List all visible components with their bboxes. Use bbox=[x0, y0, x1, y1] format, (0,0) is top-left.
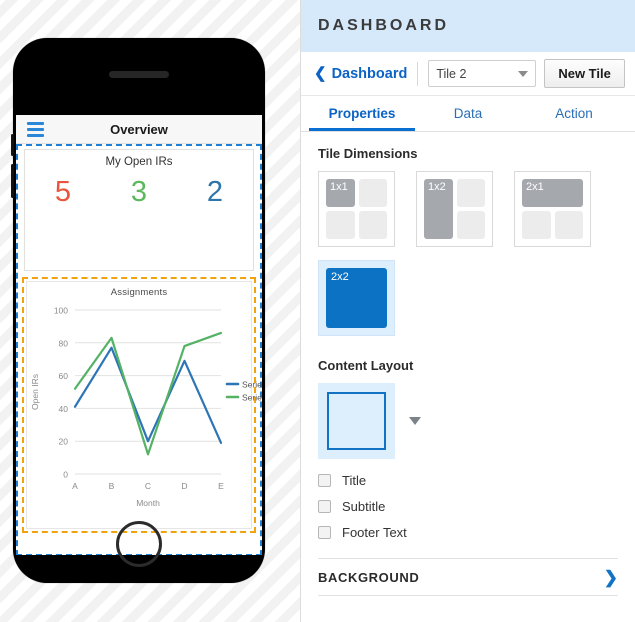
phone-screen: Overview My Open IRs 5 3 2 Assignments 0… bbox=[16, 115, 262, 555]
checkbox-footer-text[interactable] bbox=[318, 526, 331, 539]
svg-text:C: C bbox=[145, 481, 151, 491]
properties-panel: DASHBOARD ❮ Dashboard Tile 2 New Tile Pr… bbox=[300, 0, 635, 622]
svg-text:A: A bbox=[72, 481, 78, 491]
checkbox-row-footer-text[interactable]: Footer Text bbox=[318, 525, 618, 540]
svg-text:20: 20 bbox=[59, 437, 69, 447]
tile-kpi-title: My Open IRs bbox=[105, 156, 173, 168]
tile-dimension-cell bbox=[456, 211, 485, 239]
tile-dimension-option-1x2[interactable]: 1x2 bbox=[416, 171, 493, 247]
phone-volume-down-button bbox=[11, 164, 14, 198]
svg-text:100: 100 bbox=[54, 306, 68, 316]
tile-select-value: Tile 2 bbox=[436, 66, 467, 81]
tile-dimension-cell bbox=[522, 211, 551, 239]
svg-text:E: E bbox=[218, 481, 224, 491]
tile-dimension-label-2x2: 2x2 bbox=[326, 268, 387, 328]
background-section-header[interactable]: BACKGROUND ❯ bbox=[318, 558, 618, 596]
panel-toolbar: ❮ Dashboard Tile 2 New Tile bbox=[301, 52, 635, 96]
back-link-label: Dashboard bbox=[331, 65, 408, 82]
checkbox-label-footer-text: Footer Text bbox=[342, 525, 407, 540]
tile-assignments-chart[interactable]: Assignments 0 20 40 60 80 100 A B C D E Month Open I… bbox=[22, 277, 262, 533]
tile-dimensions-label: Tile Dimensions bbox=[318, 146, 418, 161]
tile-dimension-cell bbox=[358, 179, 387, 207]
svg-text:60: 60 bbox=[59, 371, 69, 381]
checkbox-subtitle[interactable] bbox=[318, 500, 331, 513]
assignments-line-chart: 0 20 40 60 80 100 A B C D E Month Open IRs Series 1 Se… bbox=[30, 306, 262, 509]
kpi-value-2: 3 bbox=[130, 176, 148, 208]
panel-header: DASHBOARD bbox=[301, 0, 635, 52]
tile-my-open-irs[interactable]: My Open IRs 5 3 2 bbox=[24, 149, 254, 271]
tile-dimension-label-1x2: 1x2 bbox=[424, 179, 453, 239]
panel-content: Tile Dimensions 1x1 1x2 2x1 2x2 Content … bbox=[301, 132, 635, 622]
content-layout-preview bbox=[327, 392, 386, 450]
kpi-value-1: 5 bbox=[54, 176, 72, 208]
device-preview-pane: Overview My Open IRs 5 3 2 Assignments 0… bbox=[0, 0, 300, 622]
svg-text:D: D bbox=[181, 481, 187, 491]
checkbox-title[interactable] bbox=[318, 474, 331, 487]
page-title: DASHBOARD bbox=[318, 17, 449, 34]
tile-dimension-option-2x2[interactable]: 2x2 bbox=[318, 260, 395, 336]
panel-tabs: Properties Data Action bbox=[301, 96, 635, 132]
checkbox-row-title[interactable]: Title bbox=[318, 473, 618, 488]
tab-action[interactable]: Action bbox=[521, 96, 627, 131]
tab-properties[interactable]: Properties bbox=[309, 96, 415, 131]
back-to-dashboard-link[interactable]: ❮ Dashboard bbox=[314, 66, 407, 82]
kpi-value-row: 5 3 2 bbox=[25, 178, 253, 207]
chevron-left-icon: ❮ bbox=[314, 65, 327, 82]
checkbox-label-subtitle: Subtitle bbox=[342, 499, 386, 514]
tab-data[interactable]: Data bbox=[415, 96, 521, 131]
kpi-value-3: 2 bbox=[206, 176, 224, 208]
dashboard-editor-app: Overview My Open IRs 5 3 2 Assignments 0… bbox=[0, 0, 635, 622]
hamburger-menu-icon[interactable] bbox=[27, 121, 44, 137]
checkbox-label-title: Title bbox=[342, 473, 367, 488]
tile-dimension-cell bbox=[554, 211, 583, 239]
svg-text:Series 1: Series 1 bbox=[242, 380, 262, 390]
tile-dimensions-row-2: 2x2 bbox=[318, 260, 618, 336]
content-layout-label: Content Layout bbox=[318, 358, 414, 373]
svg-text:0: 0 bbox=[63, 470, 68, 480]
caret-down-icon[interactable] bbox=[409, 417, 421, 425]
svg-text:80: 80 bbox=[59, 338, 69, 348]
tile-dimension-option-2x1[interactable]: 2x1 bbox=[514, 171, 591, 247]
svg-text:B: B bbox=[109, 481, 115, 491]
app-bar: Overview bbox=[16, 115, 262, 144]
phone-home-button[interactable] bbox=[116, 521, 162, 567]
content-layout-row bbox=[318, 383, 618, 459]
tile-dimension-label-2x1: 2x1 bbox=[522, 179, 583, 207]
chevron-right-icon: ❯ bbox=[603, 567, 618, 587]
tile-dimension-cell bbox=[326, 211, 355, 239]
new-tile-button[interactable]: New Tile bbox=[544, 59, 625, 88]
tile-dimension-label-1x1: 1x1 bbox=[326, 179, 355, 207]
svg-text:Open IRs: Open IRs bbox=[30, 374, 40, 410]
phone-speaker bbox=[109, 71, 169, 78]
background-label: BACKGROUND bbox=[318, 569, 420, 585]
svg-text:40: 40 bbox=[59, 404, 69, 414]
svg-text:Month: Month bbox=[136, 498, 160, 508]
tile-dimension-cell bbox=[358, 211, 387, 239]
tile-dimensions-row-1: 1x1 1x2 2x1 bbox=[318, 171, 618, 247]
tile-select-dropdown[interactable]: Tile 2 bbox=[428, 60, 537, 87]
checkbox-row-subtitle[interactable]: Subtitle bbox=[318, 499, 618, 514]
app-bar-title: Overview bbox=[110, 121, 168, 137]
content-layout-option[interactable] bbox=[318, 383, 395, 459]
dashboard-tiles-container: My Open IRs 5 3 2 Assignments 0 20 40 60 80 1… bbox=[16, 144, 262, 555]
svg-text:Series 2: Series 2 bbox=[242, 393, 262, 403]
tile-dimension-option-1x1[interactable]: 1x1 bbox=[318, 171, 395, 247]
phone-volume-up-button bbox=[11, 134, 14, 156]
chevron-down-icon bbox=[518, 70, 529, 77]
tile-dimension-cell bbox=[456, 179, 485, 207]
chart-title: Assignments bbox=[110, 287, 168, 298]
content-options-list: Title Subtitle Footer Text bbox=[318, 473, 618, 540]
toolbar-divider bbox=[417, 61, 419, 86]
tile-chart-inner: Assignments 0 20 40 60 80 100 A B C D E Month Open I… bbox=[26, 281, 262, 529]
phone-mockup: Overview My Open IRs 5 3 2 Assignments 0… bbox=[11, 38, 265, 583]
